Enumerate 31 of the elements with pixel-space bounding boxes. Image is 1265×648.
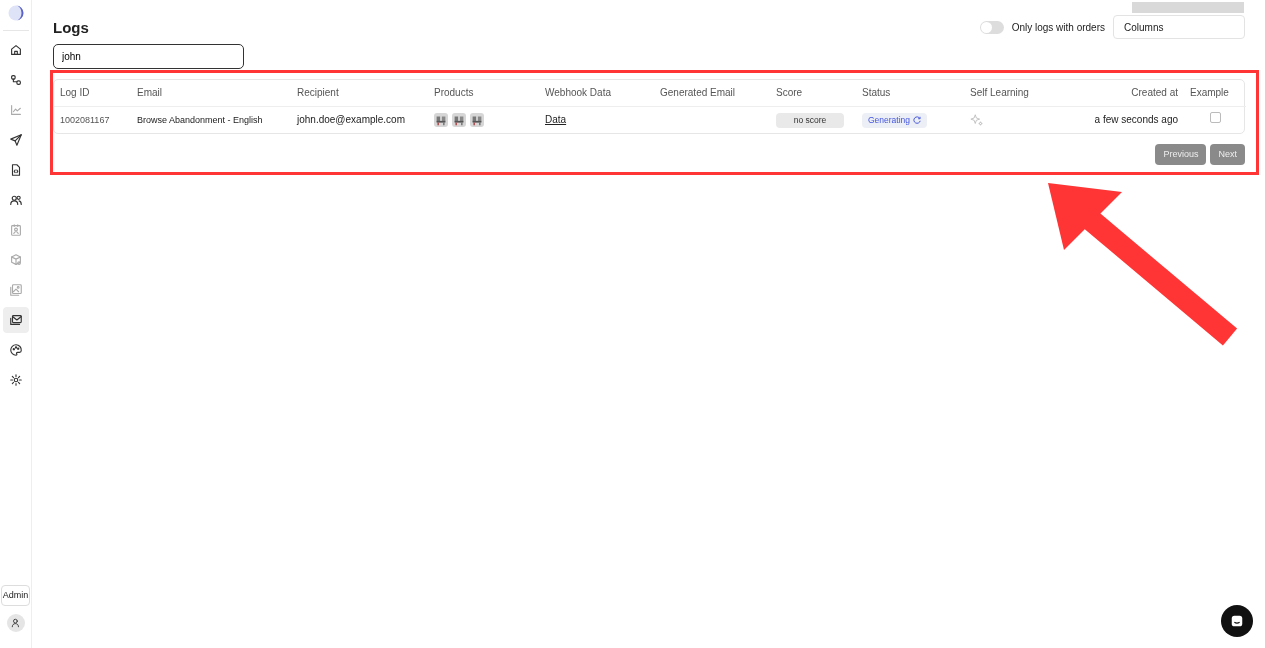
chat-button[interactable] [1221, 605, 1253, 637]
avatar-icon [6, 614, 25, 632]
columns-select[interactable]: Columns [1113, 15, 1245, 39]
recipient-email: john.doe@example.com [297, 114, 405, 126]
admin-button[interactable]: Admin [0, 584, 31, 606]
status-badge: Generating [862, 112, 928, 128]
spinner-icon [913, 116, 922, 125]
column-header: Score [770, 80, 856, 106]
logo-icon [6, 4, 25, 22]
column-header: Webhook Data [539, 80, 654, 106]
column-header: Log ID [54, 80, 131, 106]
page-title: Logs [53, 19, 89, 37]
email-name: Browse Abandonment - English [137, 115, 263, 125]
column-header: Products [428, 80, 539, 106]
data-link[interactable]: Data [545, 114, 567, 126]
column-header: Self Learning [964, 80, 1064, 106]
toggle-switch[interactable] [979, 21, 1004, 34]
search-field[interactable]: john [53, 44, 244, 69]
column-header: Recipient [291, 80, 428, 106]
toggle-label: Only logs with orders [1011, 21, 1105, 35]
chat-icon [1230, 614, 1244, 628]
column-header: Email [131, 80, 291, 106]
example-checkbox[interactable] [1209, 112, 1221, 124]
score-badge: no score [776, 112, 844, 128]
created-time: a few seconds ago [1094, 114, 1178, 126]
mail-stack-icon[interactable] [2, 307, 29, 333]
column-header: Generated Email [654, 80, 770, 106]
column-header: Created at [1064, 80, 1184, 106]
column-header: Example [1184, 80, 1246, 106]
log-id: 1002081167 [60, 115, 110, 125]
column-header: Status [856, 80, 964, 106]
